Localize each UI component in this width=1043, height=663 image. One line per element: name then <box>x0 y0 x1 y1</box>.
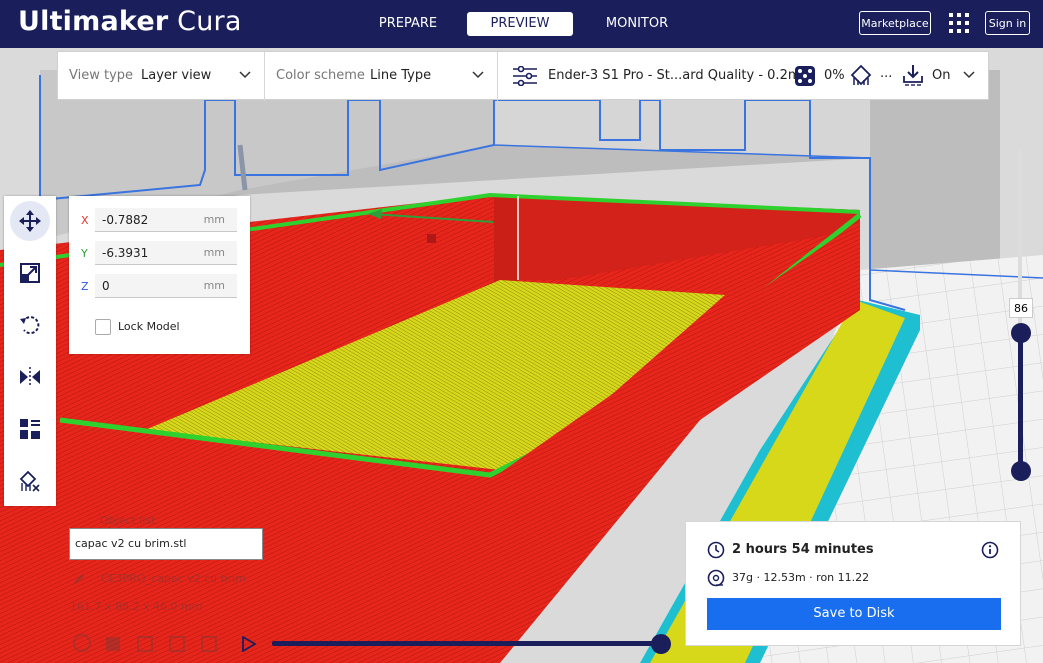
front-view-icon[interactable] <box>104 633 124 653</box>
layer-progress-handle[interactable] <box>651 634 671 654</box>
info-icon[interactable] <box>981 541 999 559</box>
x-unit: mm <box>203 213 225 226</box>
layer-slider-lower-handle[interactable] <box>1011 461 1031 481</box>
move-tool-button[interactable] <box>10 201 50 241</box>
rotate-icon <box>20 316 40 335</box>
pencil-icon[interactable] <box>72 572 86 586</box>
support-icon <box>850 64 872 86</box>
color-scheme-label: Color scheme <box>276 68 365 83</box>
top-view-icon[interactable] <box>136 633 156 653</box>
header-bar: Ultimaker Cura PREPARE PREVIEW MONITOR M… <box>0 0 1043 48</box>
chevron-down-icon[interactable] <box>963 71 975 79</box>
divider <box>264 52 265 101</box>
infill-icon <box>795 66 815 86</box>
3d-view-icon[interactable] <box>72 633 92 653</box>
y-axis-label: Y <box>81 247 88 260</box>
spool-icon <box>707 569 725 587</box>
object-list-title[interactable]: Object list <box>100 514 155 527</box>
settings-sliders-icon <box>513 66 537 86</box>
tab-prepare[interactable]: PREPARE <box>372 12 444 36</box>
x-axis-label: X <box>81 214 89 227</box>
tool-panel <box>4 196 56 506</box>
left-view-icon[interactable] <box>168 633 188 653</box>
print-time: 2 hours 54 minutes <box>732 542 874 557</box>
view-type-label: View type <box>69 68 134 83</box>
adhesion-value: On <box>932 68 951 83</box>
material-estimate: 37g · 12.53m · ron 11.22 <box>732 571 870 584</box>
per-model-settings-button[interactable] <box>10 409 50 449</box>
move-icon <box>19 210 41 232</box>
support-blocker-button[interactable] <box>10 461 50 501</box>
y-unit: mm <box>203 246 225 259</box>
scale-icon <box>20 263 40 283</box>
layer-slider-range[interactable] <box>1018 333 1023 473</box>
rotate-tool-button[interactable] <box>10 305 50 345</box>
z-axis-label: Z <box>81 280 89 293</box>
move-tool-panel: X -0.7882 mm Y -6.3931 mm Z 0 mm Lock Mo… <box>69 196 250 354</box>
y-position-input[interactable]: -6.3931 mm <box>95 241 237 265</box>
z-unit: mm <box>203 279 225 292</box>
lock-model-checkbox[interactable] <box>95 319 111 335</box>
current-layer-value[interactable]: 86 <box>1009 298 1033 318</box>
layer-slider-upper-handle[interactable] <box>1011 323 1031 343</box>
print-summary-panel: 2 hours 54 minutes 37g · 12.53m · ron 11… <box>685 521 1021 646</box>
layer-progress-slider[interactable] <box>272 641 662 646</box>
divider <box>497 52 498 101</box>
stage-toolbar: View type Layer view Color scheme Line T… <box>57 51 989 101</box>
play-icon[interactable] <box>242 636 256 652</box>
tab-preview[interactable]: PREVIEW <box>467 12 573 36</box>
color-scheme-dropdown[interactable]: Line Type <box>370 68 431 83</box>
support-blocker-icon <box>19 470 40 492</box>
support-value: ... <box>880 66 893 81</box>
chevron-down-icon[interactable] <box>239 71 251 79</box>
per-model-settings-icon <box>20 419 40 439</box>
print-settings-button[interactable]: Ender-3 S1 Pro - St...ard Quality - 0.2m… <box>548 68 813 83</box>
chevron-down-icon[interactable] <box>472 71 484 79</box>
model-dimensions: 161.7 x 88.2 x 46.0 mm <box>70 600 203 613</box>
tab-monitor[interactable]: MONITOR <box>598 12 676 36</box>
job-name[interactable]: CE3PRO_capac v2 cu brim <box>101 572 246 585</box>
marketplace-button[interactable]: Marketplace <box>859 11 931 35</box>
clock-icon <box>707 541 725 559</box>
view-type-dropdown[interactable]: Layer view <box>141 68 211 83</box>
lock-model-label: Lock Model <box>118 320 180 333</box>
save-to-disk-button[interactable]: Save to Disk <box>707 598 1001 630</box>
adhesion-icon <box>903 65 923 86</box>
mirror-icon <box>20 367 40 387</box>
sign-in-button[interactable]: Sign in <box>985 11 1030 35</box>
mirror-tool-button[interactable] <box>10 357 50 397</box>
scale-tool-button[interactable] <box>10 253 50 293</box>
apps-grid-icon[interactable] <box>949 13 969 33</box>
app-logo: Ultimaker Cura <box>18 6 242 37</box>
right-view-icon[interactable] <box>200 633 220 653</box>
x-position-input[interactable]: -0.7882 mm <box>95 208 237 232</box>
object-list-item[interactable]: capac v2 cu brim.stl <box>69 528 263 560</box>
infill-value: 0% <box>824 68 845 83</box>
z-position-input[interactable]: 0 mm <box>95 274 237 298</box>
